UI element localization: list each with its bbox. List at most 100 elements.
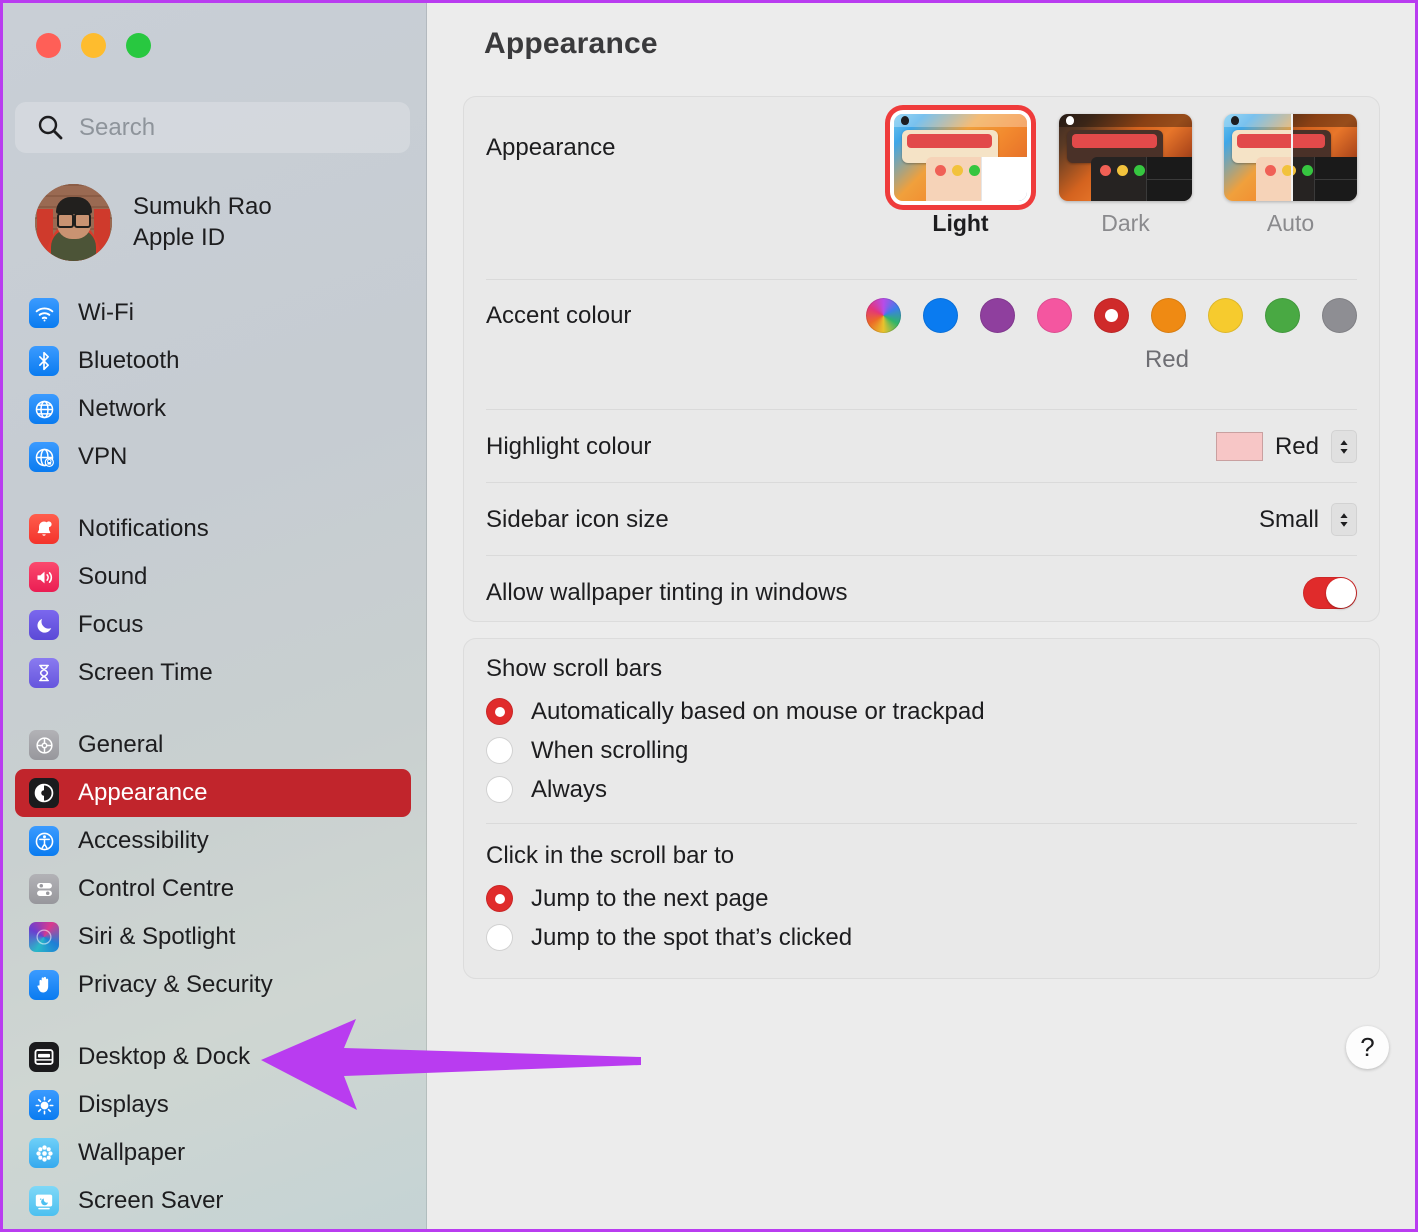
sidebar-item-displays[interactable]: Displays	[15, 1081, 411, 1129]
sidebar-item-label: VPN	[78, 443, 128, 470]
sidebar-item-label: Accessibility	[78, 827, 209, 854]
apple-id-profile-item[interactable]: Sumukh Rao Apple ID	[27, 179, 407, 266]
scroll-bars-option-when-scrolling[interactable]: When scrolling	[464, 731, 1379, 770]
sidebar-item-label: Bluetooth	[78, 347, 180, 374]
vpn-icon	[29, 442, 59, 472]
accent-swatch-green[interactable]	[1265, 298, 1300, 333]
avatar	[35, 184, 112, 261]
sidebar-item-label: Appearance	[78, 779, 208, 806]
sidebar-item-label: General	[78, 731, 164, 758]
radio-icon[interactable]	[486, 737, 513, 764]
accent-swatch-orange[interactable]	[1151, 298, 1186, 333]
appearance-row-label: Appearance	[486, 134, 616, 161]
sidebar-icon-size-row: Sidebar icon size Small	[464, 483, 1379, 556]
theme-options: Light Dark Auto	[894, 114, 1357, 237]
sidebar-item-screen-time[interactable]: Screen Time	[15, 649, 411, 697]
sidebar-item-desktop-and-dock[interactable]: Desktop & Dock	[15, 1033, 411, 1081]
help-button[interactable]: ?	[1346, 1026, 1389, 1069]
control-centre-icon	[29, 874, 59, 904]
sidebar-icon-size-stepper[interactable]	[1331, 503, 1357, 536]
search-field[interactable]	[15, 102, 410, 153]
sidebar-icon-size-value: Small	[1258, 505, 1319, 533]
sidebar-item-label: Focus	[78, 611, 144, 638]
appearance-row: Appearance Light Dark Auto	[464, 97, 1379, 280]
sidebar-item-wi-fi[interactable]: Wi-Fi	[15, 289, 411, 337]
sidebar-item-label: Wi-Fi	[78, 299, 134, 326]
appearance-settings-card: Appearance Light Dark Auto Accent colour…	[463, 96, 1380, 622]
accent-colour-row: Accent colour Red	[464, 280, 1379, 410]
maximize-window-button[interactable]	[126, 33, 151, 58]
scroll-bar-settings-card: Show scroll bars Automatically based on …	[463, 638, 1380, 979]
sidebar-icon-size-label: Sidebar icon size	[486, 505, 669, 533]
radio-icon[interactable]	[486, 924, 513, 951]
theme-option-dark[interactable]: Dark	[1059, 114, 1192, 237]
sidebar-item-privacy-and-security[interactable]: Privacy & Security	[15, 961, 411, 1009]
sidebar-group-system-alerts: Notifications Sound Focus Screen Time	[15, 505, 411, 697]
window-controls	[36, 33, 151, 58]
displays-icon	[29, 1090, 59, 1120]
wallpaper-tinting-toggle[interactable]	[1303, 576, 1357, 609]
accent-swatch-pink[interactable]	[1037, 298, 1072, 333]
sidebar-item-control-centre[interactable]: Control Centre	[15, 865, 411, 913]
siri-icon	[29, 922, 59, 952]
accent-swatch-blue[interactable]	[923, 298, 958, 333]
accent-colour-swatches	[866, 298, 1357, 333]
radio-label: Automatically based on mouse or trackpad	[531, 697, 985, 725]
accent-swatch-red[interactable]	[1094, 298, 1129, 333]
theme-option-label: Light	[932, 210, 989, 236]
sidebar-item-label: Network	[78, 395, 167, 422]
radio-icon[interactable]	[486, 698, 513, 725]
page-title: Appearance	[484, 27, 658, 60]
wallpaper-tinting-label: Allow wallpaper tinting in windows	[486, 578, 848, 606]
radio-icon[interactable]	[486, 885, 513, 912]
sidebar-item-notifications[interactable]: Notifications	[15, 505, 411, 553]
highlight-colour-row: Highlight colour Red	[464, 410, 1379, 483]
accent-swatch-purple[interactable]	[980, 298, 1015, 333]
theme-option-light[interactable]: Light	[894, 114, 1027, 237]
sidebar-item-siri-and-spotlight[interactable]: Siri & Spotlight	[15, 913, 411, 961]
sidebar-item-appearance[interactable]: Appearance	[15, 769, 411, 817]
click-scroll-option-next-page[interactable]: Jump to the next page	[464, 879, 1379, 918]
sidebar-item-label: Displays	[78, 1091, 169, 1118]
bluetooth-icon	[29, 346, 59, 376]
sidebar-group-system-settings: General Appearance Accessibility Control…	[15, 721, 411, 1009]
sidebar-item-network[interactable]: Network	[15, 385, 411, 433]
accessibility-icon	[29, 826, 59, 856]
sidebar-item-accessibility[interactable]: Accessibility	[15, 817, 411, 865]
scroll-bars-option-always[interactable]: Always	[464, 770, 1379, 809]
sidebar-item-general[interactable]: General	[15, 721, 411, 769]
accent-colour-selected-name: Red	[1144, 346, 1189, 373]
sidebar-item-sound[interactable]: Sound	[15, 553, 411, 601]
accent-colour-label: Accent colour	[486, 302, 632, 329]
accent-swatch-multicolour[interactable]	[866, 298, 901, 333]
sidebar-nav: Wi-Fi Bluetooth Network VPN Notification…	[15, 289, 411, 1225]
sidebar-item-label: Wallpaper	[78, 1139, 186, 1166]
radio-icon[interactable]	[486, 776, 513, 803]
sidebar-item-label: Desktop & Dock	[78, 1043, 251, 1070]
close-window-button[interactable]	[36, 33, 61, 58]
sidebar-item-vpn[interactable]: VPN	[15, 433, 411, 481]
highlight-colour-swatch	[1215, 432, 1263, 461]
highlight-colour-stepper[interactable]	[1331, 430, 1357, 463]
scroll-bars-option-automatic[interactable]: Automatically based on mouse or trackpad	[464, 692, 1379, 731]
sidebar-item-wallpaper[interactable]: Wallpaper	[15, 1129, 411, 1177]
hourglass-icon	[29, 658, 59, 688]
system-settings-window: Sumukh Rao Apple ID Wi-Fi	[0, 0, 1418, 1232]
sidebar-item-focus[interactable]: Focus	[15, 601, 411, 649]
theme-option-auto[interactable]: Auto	[1224, 114, 1357, 237]
accent-swatch-graphite[interactable]	[1322, 298, 1357, 333]
hand-shield-icon	[29, 970, 59, 1000]
sidebar-item-label: Control Centre	[78, 875, 235, 902]
theme-option-label: Auto	[1266, 210, 1315, 236]
sidebar-item-label: Screen Saver	[78, 1187, 224, 1214]
sidebar-item-label: Notifications	[78, 515, 209, 542]
notifications-icon	[29, 514, 59, 544]
accent-swatch-yellow[interactable]	[1208, 298, 1243, 333]
sidebar-item-bluetooth[interactable]: Bluetooth	[15, 337, 411, 385]
minimize-window-button[interactable]	[81, 33, 106, 58]
click-scroll-option-spot-clicked[interactable]: Jump to the spot that’s clicked	[464, 918, 1379, 957]
sidebar-item-screen-saver[interactable]: Screen Saver	[15, 1177, 411, 1225]
auto-theme-preview-icon	[1224, 114, 1357, 201]
dark-theme-preview-icon	[1059, 114, 1192, 201]
search-input[interactable]	[79, 113, 379, 142]
